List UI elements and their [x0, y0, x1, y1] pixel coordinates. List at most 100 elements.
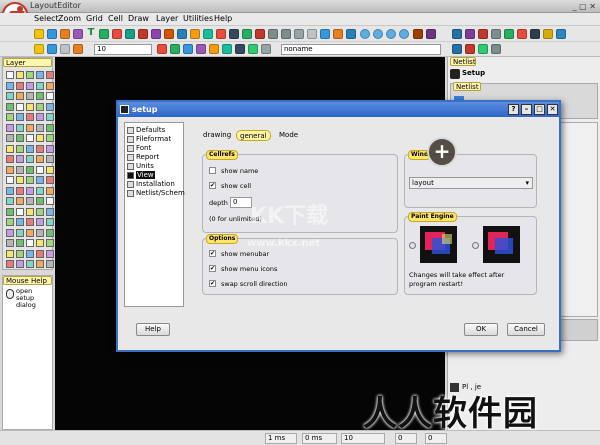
info-icon[interactable]	[491, 29, 501, 39]
tool-icon[interactable]	[491, 44, 501, 54]
layer-swatch[interactable]	[6, 176, 14, 184]
tree-item-installation[interactable]: Installation	[127, 180, 175, 188]
dialog-maximize-icon[interactable]: □	[534, 104, 545, 115]
dialog-minimize-icon[interactable]: –	[521, 104, 532, 115]
layer-swatch[interactable]	[26, 155, 34, 163]
grid-icon[interactable]	[517, 29, 527, 39]
drc-icon[interactable]	[478, 29, 488, 39]
layer-swatch[interactable]	[36, 249, 44, 258]
layer-swatch[interactable]	[6, 123, 14, 132]
layer-swatch[interactable]	[26, 134, 34, 142]
tree-item-view[interactable]: View	[127, 171, 155, 179]
layer-swatch[interactable]	[46, 186, 54, 195]
menu-zoom[interactable]: Zoom	[58, 14, 81, 23]
layer-swatch[interactable]	[16, 92, 24, 100]
layer-swatch[interactable]	[46, 249, 54, 258]
layer-swatch[interactable]	[16, 144, 24, 153]
layer-swatch[interactable]	[36, 144, 44, 153]
layer-swatch[interactable]	[26, 102, 34, 111]
paste-icon[interactable]	[177, 29, 187, 39]
cross-icon[interactable]	[112, 29, 122, 39]
layer-green-icon[interactable]	[170, 44, 180, 54]
cell-icon[interactable]	[190, 29, 200, 39]
script-icon[interactable]	[556, 29, 566, 39]
show-menubar-checkbox[interactable]: ✔	[209, 250, 216, 257]
layer-swatch[interactable]	[16, 186, 24, 195]
layer-swatch[interactable]	[36, 165, 44, 174]
macro-icon[interactable]	[543, 29, 553, 39]
window-controls[interactable]: _ ▢ ✕	[573, 2, 596, 11]
layer-swatch[interactable]	[16, 123, 24, 132]
layer-swatch[interactable]	[16, 113, 24, 121]
layer-swatch[interactable]	[46, 123, 54, 132]
layer-swatch[interactable]	[26, 218, 34, 226]
layer-swatch[interactable]	[36, 207, 44, 216]
cell-tree-icon[interactable]	[47, 44, 57, 54]
schematic-icon[interactable]	[465, 29, 475, 39]
layer-swatch[interactable]	[6, 102, 14, 111]
layer-orange-icon[interactable]	[209, 44, 219, 54]
layer-swatch[interactable]	[26, 81, 34, 90]
layer-swatch[interactable]	[46, 218, 54, 226]
layer-swatch[interactable]	[36, 102, 44, 111]
layer-swatch[interactable]	[36, 113, 44, 121]
layer-swatch[interactable]	[16, 81, 24, 90]
layer-swatch[interactable]	[26, 249, 34, 258]
layers-icon[interactable]	[504, 29, 514, 39]
ok-button[interactable]: OK	[464, 323, 498, 336]
layer-swatch[interactable]	[46, 71, 54, 79]
layer-swatch[interactable]	[26, 260, 34, 268]
layer-swatch[interactable]	[46, 176, 54, 184]
layer-swatch[interactable]	[26, 113, 34, 121]
circle-icon[interactable]	[242, 29, 252, 39]
zoom-prev-icon[interactable]	[386, 29, 396, 39]
layer-swatch[interactable]	[26, 92, 34, 100]
layer-swatch[interactable]	[36, 186, 44, 195]
polygon-icon[interactable]	[229, 29, 239, 39]
layer-swatch[interactable]	[26, 144, 34, 153]
select-icon[interactable]	[294, 29, 304, 39]
open-icon[interactable]	[34, 29, 44, 39]
layer-swatch[interactable]	[26, 239, 34, 247]
layer-swatch[interactable]	[26, 71, 34, 79]
layer-swatch[interactable]	[46, 81, 54, 90]
zoom-box-icon[interactable]	[333, 29, 343, 39]
layer-swatch[interactable]	[6, 165, 14, 174]
tab-drawing[interactable]: drawing	[200, 130, 234, 141]
copy-icon[interactable]	[73, 29, 83, 39]
layer-swatch[interactable]	[46, 92, 54, 100]
cut-icon[interactable]	[164, 29, 174, 39]
layer-blue-icon[interactable]	[183, 44, 193, 54]
pattern-icon[interactable]	[530, 29, 540, 39]
layer-gray-icon[interactable]	[261, 44, 271, 54]
layer-swatch[interactable]	[36, 228, 44, 237]
help-button[interactable]: Help	[136, 323, 170, 336]
grid-toggle-icon[interactable]	[73, 44, 83, 54]
arrow-icon[interactable]	[255, 29, 265, 39]
layer-swatch[interactable]	[6, 249, 14, 258]
zoom-out-icon[interactable]	[373, 29, 383, 39]
layer-swatch[interactable]	[46, 260, 54, 268]
layer-swatch[interactable]	[16, 134, 24, 142]
ruler-icon[interactable]	[413, 29, 423, 39]
layer-swatch[interactable]	[46, 113, 54, 121]
tree-item-fileformat[interactable]: Fileformat	[127, 135, 171, 143]
layer-swatch[interactable]	[6, 113, 14, 121]
show-name-checkbox[interactable]	[209, 167, 216, 174]
layer-swatch[interactable]	[16, 176, 24, 184]
grid-value-field[interactable]: 10	[94, 44, 152, 55]
layer-swatch[interactable]	[36, 71, 44, 79]
tree-item-font[interactable]: Font	[127, 144, 151, 152]
layer-swatch[interactable]	[6, 81, 14, 90]
layer-swatch[interactable]	[16, 197, 24, 205]
move-icon[interactable]	[99, 29, 109, 39]
box-icon[interactable]	[216, 29, 226, 39]
tree-item-report[interactable]: Report	[127, 153, 159, 161]
layout-select[interactable]: layout ▾	[409, 177, 533, 189]
undo-icon[interactable]	[268, 29, 278, 39]
text-tool-icon[interactable]: T	[86, 28, 96, 39]
menu-grid[interactable]: Grid	[86, 14, 103, 23]
layer-swatch[interactable]	[6, 228, 14, 237]
tree-item-units[interactable]: Units	[127, 162, 154, 170]
menu-help[interactable]: Help	[214, 14, 232, 23]
